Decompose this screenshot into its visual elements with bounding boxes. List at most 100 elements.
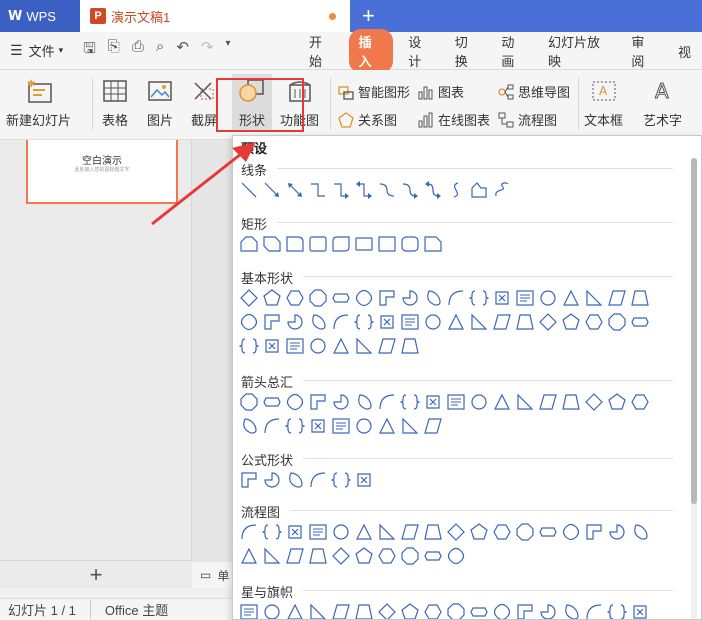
gallery-shape[interactable] (285, 180, 305, 200)
gallery-shape[interactable] (239, 392, 259, 412)
gallery-shape[interactable] (377, 546, 397, 566)
gallery-shape[interactable] (262, 522, 282, 542)
gallery-shape[interactable] (584, 522, 604, 542)
gallery-shape[interactable] (423, 392, 443, 412)
notes-button[interactable]: ▭ 单 (192, 562, 232, 588)
chart-button[interactable]: 图表 (418, 82, 464, 101)
gallery-shape[interactable] (239, 470, 259, 490)
gallery-shape[interactable] (630, 602, 650, 620)
gallery-shape[interactable] (607, 312, 627, 332)
gallery-shape[interactable] (515, 392, 535, 412)
tab-slideshow[interactable]: 幻灯片放映 (537, 32, 620, 70)
gallery-shape[interactable] (262, 336, 282, 356)
gallery-shape[interactable] (262, 180, 282, 200)
gallery-shape[interactable] (239, 602, 259, 620)
gallery-shape[interactable] (423, 312, 443, 332)
gallery-shape[interactable] (285, 470, 305, 490)
theme-name[interactable]: Office 主题 (105, 600, 168, 619)
gallery-shape[interactable] (308, 312, 328, 332)
gallery-shape[interactable] (308, 416, 328, 436)
gallery-shape[interactable] (239, 522, 259, 542)
gallery-shape[interactable] (262, 312, 282, 332)
gallery-shape[interactable] (262, 234, 282, 254)
flowchart-button[interactable]: 流程图 (498, 110, 557, 129)
gallery-shape[interactable] (308, 180, 328, 200)
gallery-shape[interactable] (239, 234, 259, 254)
gallery-shape[interactable] (607, 392, 627, 412)
gallery-shape[interactable] (469, 392, 489, 412)
gallery-shape[interactable] (400, 288, 420, 308)
gallery-shape[interactable] (354, 470, 374, 490)
gallery-shape[interactable] (354, 546, 374, 566)
gallery-shape[interactable] (492, 312, 512, 332)
gallery-shape[interactable] (377, 312, 397, 332)
gallery-shape[interactable] (331, 392, 351, 412)
gallery-shape[interactable] (331, 336, 351, 356)
gallery-shape[interactable] (607, 288, 627, 308)
gallery-shape[interactable] (515, 288, 535, 308)
gallery-shape[interactable] (492, 180, 512, 200)
slide-thumbnail[interactable]: 空白演示 此处输入您的副标题文字 (26, 140, 178, 204)
gallery-shape[interactable] (354, 392, 374, 412)
gallery-shape[interactable] (354, 336, 374, 356)
gallery-shape[interactable] (400, 522, 420, 542)
gallery-shape[interactable] (239, 288, 259, 308)
tab-animation[interactable]: 动画 (490, 32, 537, 70)
tab-design[interactable]: 设计 (397, 32, 444, 70)
gallery-shape[interactable] (308, 392, 328, 412)
gallery-shape[interactable] (400, 180, 420, 200)
gallery-shape[interactable] (331, 234, 351, 254)
gallery-shape[interactable] (377, 416, 397, 436)
gallery-shape[interactable] (285, 312, 305, 332)
print-preview-icon[interactable]: ⌕ (156, 38, 164, 63)
save-icon[interactable]: 🖫 (83, 38, 96, 63)
gallery-shape[interactable] (239, 416, 259, 436)
undo-icon[interactable]: ↶ (176, 38, 189, 63)
gallery-shape[interactable] (377, 234, 397, 254)
gallery-shape[interactable] (262, 602, 282, 620)
gallery-shape[interactable] (538, 522, 558, 542)
gallery-shape[interactable] (400, 546, 420, 566)
gallery-shape[interactable] (331, 470, 351, 490)
gallery-shape[interactable] (331, 180, 351, 200)
customize-icon[interactable]: ▾ (225, 38, 230, 63)
gallery-shape[interactable] (584, 312, 604, 332)
gallery-shape[interactable] (354, 522, 374, 542)
gallery-shape[interactable] (492, 288, 512, 308)
gallery-shape[interactable] (239, 546, 259, 566)
gallery-shape[interactable] (561, 288, 581, 308)
gallery-shape[interactable] (469, 522, 489, 542)
gallery-shape[interactable] (423, 602, 443, 620)
gallery-shape[interactable] (561, 392, 581, 412)
gallery-shape[interactable] (239, 180, 259, 200)
gallery-shape[interactable] (515, 602, 535, 620)
gallery-shape[interactable] (469, 312, 489, 332)
gallery-shape[interactable] (538, 392, 558, 412)
scrollbar-thumb[interactable] (691, 158, 697, 504)
gallery-shape[interactable] (377, 392, 397, 412)
gallery-shape[interactable] (308, 546, 328, 566)
gallery-shape[interactable] (561, 602, 581, 620)
gallery-shape[interactable] (446, 602, 466, 620)
gallery-shape[interactable] (469, 180, 489, 200)
gallery-shape[interactable] (285, 602, 305, 620)
redo-icon[interactable]: ↷ (201, 38, 214, 63)
gallery-shape[interactable] (285, 416, 305, 436)
gallery-shape[interactable] (423, 234, 443, 254)
gallery-shape[interactable] (308, 234, 328, 254)
gallery-shape[interactable] (377, 602, 397, 620)
gallery-shape[interactable] (423, 288, 443, 308)
gallery-shape[interactable] (377, 522, 397, 542)
gallery-shape[interactable] (331, 312, 351, 332)
gallery-shape[interactable] (607, 522, 627, 542)
gallery-shape[interactable] (538, 312, 558, 332)
gallery-shape[interactable] (262, 288, 282, 308)
table-button[interactable]: 表格 (100, 76, 130, 129)
gallery-shape[interactable] (400, 312, 420, 332)
tab-transition[interactable]: 切换 (444, 32, 491, 70)
textbox-button[interactable]: A 文本框 (584, 76, 623, 129)
gallery-shape[interactable] (538, 602, 558, 620)
gallery-shape[interactable] (492, 602, 512, 620)
tab-view[interactable]: 视 (667, 42, 702, 61)
tab-home[interactable]: 开始 (298, 32, 345, 70)
